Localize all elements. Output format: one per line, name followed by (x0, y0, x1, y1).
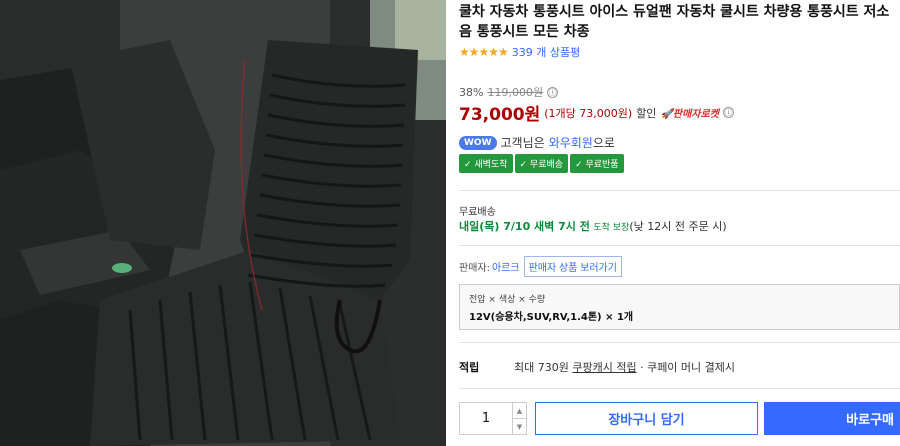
info-icon[interactable]: ⓘ (547, 86, 559, 98)
points-condition: · 쿠페이 머니 결제시 (640, 361, 736, 374)
price-row: 73,000원 (1개당 73,000원) 할인 🚀판매자로켓 ⓘ (459, 100, 734, 125)
divider (459, 388, 900, 389)
quantity-stepper[interactable]: ▲ ▼ (459, 402, 527, 435)
option-selector[interactable]: 전압 × 색상 × 수량 12V(승용차,SUV,RV,1.4톤) × 1개 (459, 284, 900, 330)
seller-row: 판매자: 아르크 판매자 상품 보러가기 (459, 256, 622, 277)
seller-label: 판매자: (459, 263, 490, 274)
divider (459, 190, 900, 191)
car-seat-photo (0, 0, 446, 446)
divider (459, 342, 900, 343)
unit-price: (1개당 73,000원) (544, 106, 633, 120)
option-header: 전압 × 색상 × 수량 (469, 295, 546, 305)
benefit-badge-free-shipping: ✓ 무료배송 (514, 154, 569, 173)
discount-rate: 38% (459, 85, 484, 99)
rating-row[interactable]: ★★★★★ 339 개 상품평 (459, 44, 580, 60)
chevron-down-icon[interactable]: ▼ (513, 418, 526, 434)
coupang-cash-link[interactable]: 쿠팡캐시 적립 (572, 361, 636, 374)
wow-membership-row: WOW 고객님은 와우회원 으로 (459, 134, 615, 151)
discount-row: 38% 119,000원 ⓘ (459, 84, 559, 100)
quantity-input[interactable] (460, 403, 512, 434)
points-amount: 최대 730원 (514, 361, 569, 374)
seller-name-link[interactable]: 아르크 (492, 259, 520, 274)
benefit-badge-dawn: ✓ 새벽도착 (459, 154, 513, 173)
product-title: 쿨차 자동차 통풍시트 아이스 듀얼팬 자동차 쿨시트 차량용 통풍시트 저소음… (459, 4, 890, 40)
wow-prefix: 고객님은 (500, 136, 545, 150)
benefit-badges: ✓ 새벽도착 ✓ 무료배송 ✓ 무료반품 (459, 154, 624, 173)
review-count-link[interactable]: 339 개 상품평 (512, 44, 580, 60)
delivery-row: 내일(목) 7/10 새벽 7시 전 도착 보장(낮 12시 전 주문 시) (459, 218, 727, 234)
product-image[interactable] (0, 0, 446, 446)
points-row: 최대 730원 쿠팡캐시 적립 · 쿠페이 머니 결제시 (514, 359, 735, 375)
rating-stars-icon: ★★★★★ (459, 45, 509, 59)
seller-products-button[interactable]: 판매자 상품 보러가기 (523, 256, 622, 277)
option-value: 12V(승용차,SUV,RV,1.4톤) × 1개 (469, 312, 634, 323)
chevron-up-icon[interactable]: ▲ (513, 403, 526, 418)
seller-rocket-badge: 🚀판매자로켓 (660, 109, 719, 120)
delivery-guarantee: 도착 보장 (593, 223, 630, 233)
divider (459, 245, 900, 246)
points-label: 적립 (459, 361, 480, 374)
shipping-label: 무료배송 (459, 207, 496, 218)
info-icon[interactable]: ⓘ (722, 107, 734, 118)
sale-price: 73,000원 (459, 105, 541, 125)
sale-label: 할인 (636, 106, 657, 120)
wow-member-text: 와우회원 (548, 136, 593, 150)
add-to-cart-button[interactable]: 장바구니 담기 (535, 402, 758, 435)
benefit-badge-free-return: ✓ 무료반품 (570, 154, 624, 173)
delivery-date: 내일(목) 7/10 새벽 7시 전 (459, 220, 590, 233)
original-price: 119,000원 (487, 86, 544, 99)
wow-badge: WOW (459, 135, 497, 150)
wow-suffix: 으로 (592, 136, 615, 150)
delivery-note: (낮 12시 전 주문 시) (629, 220, 727, 233)
quantity-arrows: ▲ ▼ (512, 403, 526, 434)
product-info-panel: 쿨차 자동차 통풍시트 아이스 듀얼팬 자동차 쿨시트 차량용 통풍시트 저소음… (459, 0, 900, 446)
buy-now-button[interactable]: 바로구매 (764, 402, 900, 435)
